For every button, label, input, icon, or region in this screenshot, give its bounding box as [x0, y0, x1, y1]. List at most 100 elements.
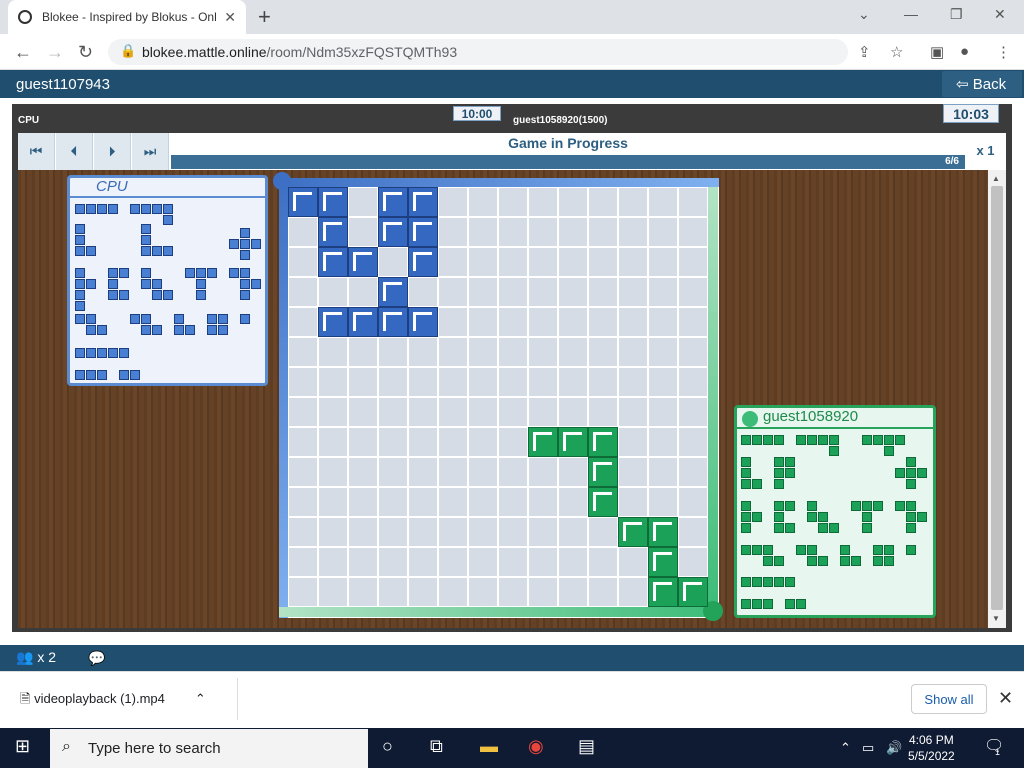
board-cell[interactable]: [528, 247, 558, 277]
board-cell[interactable]: [378, 337, 408, 367]
board-cell[interactable]: [648, 217, 678, 247]
board-cell[interactable]: [408, 457, 438, 487]
board-cell[interactable]: [618, 367, 648, 397]
users-count[interactable]: 👥 x 2: [16, 649, 56, 666]
network-icon[interactable]: ▭: [862, 740, 874, 756]
board-cell[interactable]: [468, 307, 498, 337]
board-cell[interactable]: [558, 487, 588, 517]
blue-tile[interactable]: [318, 247, 348, 277]
window-close-icon[interactable]: ✕: [994, 6, 1006, 23]
profile-icon[interactable]: ●: [960, 43, 969, 60]
board-cell[interactable]: [438, 247, 468, 277]
board-cell[interactable]: [678, 277, 708, 307]
board-cell[interactable]: [468, 457, 498, 487]
board-cell[interactable]: [408, 337, 438, 367]
blue-tile[interactable]: [348, 307, 378, 337]
volume-icon[interactable]: 🔊: [886, 740, 902, 756]
board-cell[interactable]: [318, 397, 348, 427]
board-cell[interactable]: [528, 367, 558, 397]
task-view-icon[interactable]: ⧉: [430, 736, 443, 757]
chat-icon[interactable]: 💬: [88, 650, 105, 667]
board-cell[interactable]: [498, 487, 528, 517]
first-move-icon[interactable]: ⏮: [18, 133, 55, 170]
board-cell[interactable]: [408, 577, 438, 607]
blue-tile[interactable]: [408, 217, 438, 247]
board-cell[interactable]: [618, 187, 648, 217]
blue-tile[interactable]: [378, 277, 408, 307]
board-cell[interactable]: [288, 457, 318, 487]
green-tile[interactable]: [648, 547, 678, 577]
side-panel-icon[interactable]: ▣: [930, 43, 944, 61]
board-cell[interactable]: [438, 397, 468, 427]
board-cell[interactable]: [648, 427, 678, 457]
board-cell[interactable]: [468, 547, 498, 577]
board-cell[interactable]: [498, 307, 528, 337]
minimize-icon[interactable]: —: [904, 6, 918, 22]
board-cell[interactable]: [618, 247, 648, 277]
board-cell[interactable]: [438, 337, 468, 367]
menu-kebab-icon[interactable]: ⋮: [996, 43, 1011, 61]
board-cell[interactable]: [438, 577, 468, 607]
board-cell[interactable]: [348, 547, 378, 577]
url-bar[interactable]: 🔒 blokee.mattle.online/room/Ndm35xzFQSTQ…: [108, 39, 848, 65]
blue-tile[interactable]: [408, 247, 438, 277]
board-cell[interactable]: [588, 247, 618, 277]
game-board[interactable]: [288, 187, 708, 607]
board-cell[interactable]: [678, 547, 708, 577]
board-cell[interactable]: [498, 397, 528, 427]
green-tile[interactable]: [648, 577, 678, 607]
board-cell[interactable]: [408, 427, 438, 457]
board-cell[interactable]: [678, 307, 708, 337]
board-cell[interactable]: [678, 517, 708, 547]
board-cell[interactable]: [678, 217, 708, 247]
board-cell[interactable]: [288, 517, 318, 547]
board-cell[interactable]: [468, 367, 498, 397]
board-cell[interactable]: [438, 187, 468, 217]
board-cell[interactable]: [288, 367, 318, 397]
board-cell[interactable]: [678, 427, 708, 457]
board-cell[interactable]: [648, 457, 678, 487]
speed-toggle[interactable]: x 1: [965, 133, 1006, 170]
video-app-icon[interactable]: ▤: [578, 736, 595, 757]
previous-move-icon[interactable]: ⏴: [56, 133, 93, 170]
board-cell[interactable]: [378, 397, 408, 427]
browser-tab[interactable]: Blokee - Inspired by Blokus - Onl ✕: [8, 0, 246, 34]
board-cell[interactable]: [378, 517, 408, 547]
forward-arrow-icon[interactable]: →: [46, 42, 64, 63]
tab-close-icon[interactable]: ✕: [224, 9, 236, 26]
board-cell[interactable]: [618, 577, 648, 607]
board-cell[interactable]: [498, 337, 528, 367]
board-cell[interactable]: [288, 337, 318, 367]
board-cell[interactable]: [588, 277, 618, 307]
board-cell[interactable]: [648, 247, 678, 277]
board-cell[interactable]: [438, 307, 468, 337]
windows-start-icon[interactable]: ⊞: [15, 736, 30, 757]
next-move-icon[interactable]: ⏵: [94, 133, 131, 170]
board-cell[interactable]: [588, 307, 618, 337]
board-cell[interactable]: [528, 487, 558, 517]
board-cell[interactable]: [618, 217, 648, 247]
board-cell[interactable]: [648, 307, 678, 337]
board-cell[interactable]: [558, 547, 588, 577]
download-item[interactable]: 🗎 videoplayback (1).mp4 ⌃: [20, 690, 206, 712]
board-cell[interactable]: [378, 577, 408, 607]
board-cell[interactable]: [678, 247, 708, 277]
blue-tile[interactable]: [318, 217, 348, 247]
board-cell[interactable]: [678, 397, 708, 427]
board-cell[interactable]: [618, 547, 648, 577]
board-cell[interactable]: [468, 337, 498, 367]
board-cell[interactable]: [558, 337, 588, 367]
board-cell[interactable]: [468, 517, 498, 547]
board-cell[interactable]: [408, 517, 438, 547]
board-cell[interactable]: [288, 247, 318, 277]
board-cell[interactable]: [498, 277, 528, 307]
board-cell[interactable]: [348, 337, 378, 367]
board-cell[interactable]: [318, 427, 348, 457]
board-cell[interactable]: [288, 277, 318, 307]
last-move-icon[interactable]: ⏭: [132, 133, 169, 170]
board-cell[interactable]: [678, 457, 708, 487]
board-cell[interactable]: [438, 487, 468, 517]
board-cell[interactable]: [528, 547, 558, 577]
board-cell[interactable]: [318, 457, 348, 487]
board-cell[interactable]: [378, 547, 408, 577]
